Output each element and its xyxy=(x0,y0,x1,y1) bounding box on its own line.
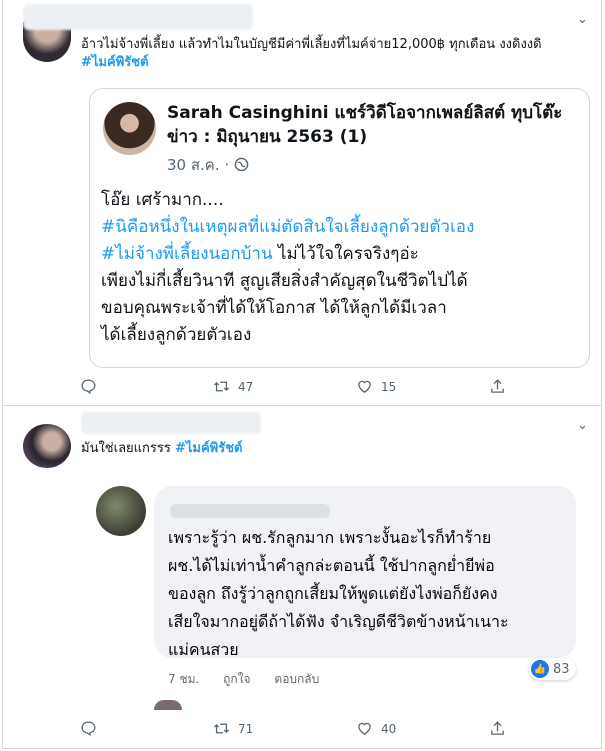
like-button[interactable]: 15 xyxy=(356,378,396,395)
next-comment-avatar xyxy=(154,700,182,710)
retweet-icon xyxy=(213,381,230,392)
like-count: 15 xyxy=(381,379,397,394)
author-name-redacted xyxy=(23,4,253,30)
share-icon xyxy=(491,721,504,735)
reply-icon xyxy=(81,721,96,737)
post-body: โอ๊ย เศร้ามาก.... #นิคือหนึ่งในเหตุผลที่… xyxy=(101,187,474,349)
hashtag-link[interactable]: #ไมค์พิรัชต์ xyxy=(175,441,243,456)
retweet-icon xyxy=(213,723,230,734)
tweet-text: มันใช่เลยแกรรร #ไมค์พิรัชต์ xyxy=(81,440,243,458)
comment-meta: 7 ชม. ถูกใจ ตอบกลับ xyxy=(168,670,339,689)
reaction-count: 83 xyxy=(553,661,570,677)
comment-bubble: เพราะรู้ว่า ผช.รักลูกมาก เพราะงั้นอะไรก็… xyxy=(154,486,576,659)
thumbs-up-icon: 👍 xyxy=(531,660,549,678)
tweet-text-body: มันใช่เลยแกรรร xyxy=(81,441,175,456)
post-line: ได้เลี้ยงลูกด้วยตัวเอง xyxy=(101,325,252,345)
comment-line: เพราะรู้ว่า ผช.รักลูกมาก เพราะงั้นอะไรก็… xyxy=(168,528,492,547)
comment-text: เพราะรู้ว่า ผช.รักลูกมาก เพราะงั้นอะไรก็… xyxy=(168,524,509,664)
retweet-count: 71 xyxy=(238,721,254,736)
retweet-button[interactable]: 71 xyxy=(213,720,253,737)
hashtag-link[interactable]: #ไม่จ้างพี่เลี้ยงนอกบ้าน xyxy=(101,244,273,264)
post-line: #ไม่จ้างพี่เลี้ยงนอกบ้าน ไม่ไว้ใจใครจริง… xyxy=(101,241,474,268)
comment-time: 7 ชม. xyxy=(168,672,200,686)
reply-button[interactable] xyxy=(80,378,97,395)
post-line-text: ไม่ไว้ใจใครจริงๆอ่ะ xyxy=(272,244,419,264)
share-button[interactable] xyxy=(489,378,506,395)
globe-icon xyxy=(234,157,249,172)
tweet-text: อ้าวไม่จ้างพี่เลี้ยง แล้วทำไมในบัญชีมีค่… xyxy=(81,36,542,72)
facebook-comment-screenshot[interactable]: เพราะรู้ว่า ผช.รักลูกมาก เพราะงั้นอะไรก็… xyxy=(82,470,588,710)
tweet-1[interactable]: ⌄ อ้าวไม่จ้างพี่เลี้ยง แล้วทำไมในบัญชีมี… xyxy=(3,0,601,405)
avatar[interactable] xyxy=(23,424,71,468)
retweet-count: 47 xyxy=(238,379,254,394)
tweet-actions: 47 15 xyxy=(3,378,601,398)
hashtag-link[interactable]: #ไมค์พิรัชต์ xyxy=(81,55,149,70)
reaction-badge: 👍 83 xyxy=(529,658,576,680)
author-name-redacted xyxy=(81,412,261,434)
avatar[interactable] xyxy=(103,102,156,155)
like-count: 40 xyxy=(381,721,397,736)
chevron-down-icon[interactable]: ⌄ xyxy=(577,418,588,433)
tweet-text-body: อ้าวไม่จ้างพี่เลี้ยง แล้วทำไมในบัญชีมีค่… xyxy=(81,37,542,52)
embedded-facebook-post[interactable]: Sarah Casinghini แชร์วิดีโอจากเพลย์ลิสต์… xyxy=(89,88,590,368)
reply-icon xyxy=(81,379,96,395)
avatar xyxy=(96,486,146,536)
comment-line: แม่คนสวย xyxy=(168,640,239,659)
comment-line: ของลูก ถึงรู้ว่าลูกถูกเสี้ยมให้พูดแต่ยัง… xyxy=(168,584,498,603)
heart-icon xyxy=(358,722,371,735)
like-button[interactable]: 40 xyxy=(356,720,396,737)
comment-line: เสียใจมากอยู่ดีถ้าได้ฟัง จำเริญดีชีวิตข้… xyxy=(168,612,509,631)
post-line: เพียงไม่กี่เสี้ยวินาที สูญเสียสิ่งสำคัญส… xyxy=(101,271,468,291)
like-label: ถูกใจ xyxy=(223,672,251,686)
share-button[interactable] xyxy=(489,720,506,737)
post-line: โอ๊ย เศร้ามาก.... xyxy=(101,190,224,210)
retweet-button[interactable]: 47 xyxy=(213,378,253,395)
tweet-actions: 71 40 xyxy=(3,720,601,740)
reply-button[interactable] xyxy=(80,720,97,737)
hashtag-link[interactable]: #นิคือหนึ่งในเหตุผลที่แม่ตัดสินใจเลี้ยงล… xyxy=(101,214,474,241)
post-date: 30 ส.ค. · xyxy=(167,153,249,177)
heart-icon xyxy=(358,380,371,393)
commenter-name-redacted xyxy=(170,504,330,518)
comment-line: ผช.ได้ไม่เท่าน้ำคำลูกล่ะตอนนี้ ใช้ปากลูก… xyxy=(168,556,495,575)
post-line: ขอบคุณพระเจ้าที่ได้ให้โอกาส ได้ให้ลูกได้… xyxy=(101,298,447,318)
share-icon xyxy=(491,379,504,393)
chevron-down-icon[interactable]: ⌄ xyxy=(577,12,588,27)
post-author-title[interactable]: Sarah Casinghini แชร์วิดีโอจากเพลย์ลิสต์… xyxy=(167,101,577,149)
post-date-text: 30 ส.ค. · xyxy=(167,156,230,174)
reply-label: ตอบกลับ xyxy=(274,672,320,686)
